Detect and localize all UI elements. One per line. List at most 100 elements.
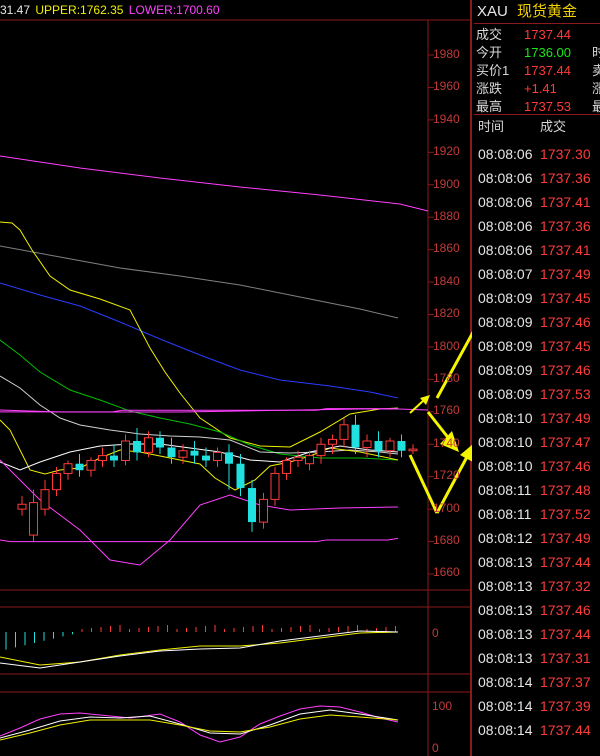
macd-dea-line xyxy=(0,631,399,666)
price-axis-label: 1980 xyxy=(433,47,460,61)
candle-body-up xyxy=(328,438,337,445)
bollinger-lower xyxy=(0,537,399,543)
candle-body-up xyxy=(98,455,107,461)
price-axis-label: 1760 xyxy=(433,403,460,418)
kdj-bottom-label: 0 xyxy=(432,741,439,755)
tick-price: 1737.32 xyxy=(540,578,591,594)
ma-line-white xyxy=(0,443,399,471)
price-axis-label: 1700 xyxy=(433,500,460,515)
candlestick-chart[interactable] xyxy=(0,0,472,756)
candle-body-up xyxy=(121,440,130,461)
quote-value: +1.41 xyxy=(524,81,557,96)
tick-row: 08:08:09 1737.45 xyxy=(474,334,600,358)
tick-row: 08:08:06 1737.30 xyxy=(474,142,600,166)
tick-price: 1737.46 xyxy=(540,362,591,378)
macd-indicator xyxy=(0,625,399,669)
tick-price: 1737.46 xyxy=(540,458,591,474)
tick-row: 08:08:14 1737.44 xyxy=(474,718,600,742)
candle-body-up xyxy=(362,440,372,448)
candle-body-up xyxy=(52,472,61,491)
tick-price: 1737.41 xyxy=(540,194,591,210)
quote-extra: 涨 xyxy=(592,81,600,96)
tick-header-price: 成交 xyxy=(540,119,567,134)
header-divider xyxy=(474,23,600,24)
tick-time: 08:08:14 xyxy=(478,674,533,690)
candle-body-up xyxy=(86,459,96,471)
candle-body-down xyxy=(156,437,164,448)
ma-line-blue xyxy=(0,282,399,399)
quote-row: 今开 1736.00 时 xyxy=(474,43,600,62)
candle-body-up xyxy=(259,498,268,523)
tick-row: 08:08:09 1737.46 xyxy=(474,358,600,382)
quote-value: 1737.44 xyxy=(524,27,571,42)
candle-body-down xyxy=(397,441,406,451)
tick-row: 08:08:10 1737.47 xyxy=(474,430,600,454)
quote-extra: 时 xyxy=(592,45,600,60)
tick-row: 08:08:12 1737.49 xyxy=(474,526,600,550)
tick-time: 08:08:06 xyxy=(478,242,533,258)
quote-row: 涨跌 +1.41 涨 xyxy=(474,79,600,98)
arrow-line-short xyxy=(409,399,425,414)
candle-body-down xyxy=(351,424,360,448)
price-axis-label: 1960 xyxy=(433,79,460,94)
quote-value: 1736.00 xyxy=(524,45,571,60)
symbol-header: XAU 现货黄金 xyxy=(474,0,600,24)
tick-row: 08:08:10 1737.46 xyxy=(474,454,600,478)
tick-price: 1737.39 xyxy=(540,698,591,714)
tick-price: 1737.52 xyxy=(540,506,591,522)
candle-body-up xyxy=(408,448,418,452)
price-axis-label: 1840 xyxy=(433,273,460,288)
candle-body-up xyxy=(17,503,27,510)
tick-time: 08:08:09 xyxy=(478,290,533,306)
candle-body-down xyxy=(190,450,199,456)
price-axis-label: 1660 xyxy=(433,565,460,580)
ma-line-pink xyxy=(0,155,429,212)
tick-time: 08:08:13 xyxy=(478,602,533,618)
candles xyxy=(17,415,418,542)
tick-list-header: 时间 成交 xyxy=(474,116,600,138)
candle-body-up xyxy=(385,440,395,452)
candle-body-down xyxy=(225,452,233,464)
tick-row: 08:08:09 1737.53 xyxy=(474,382,600,406)
price-axis-label: 1800 xyxy=(433,338,460,353)
price-axis-label: 1740 xyxy=(433,435,460,450)
tick-price: 1737.41 xyxy=(540,242,591,258)
candle-body-down xyxy=(75,463,84,471)
macd-zero-label: 0 xyxy=(432,626,439,640)
tick-price: 1737.49 xyxy=(540,410,591,426)
tick-time: 08:08:06 xyxy=(478,218,533,234)
candle-body-up xyxy=(213,451,222,461)
candle-body-up xyxy=(270,472,280,500)
tick-time: 08:08:11 xyxy=(478,506,532,522)
kdj-d-line xyxy=(0,714,399,741)
tick-price: 1737.53 xyxy=(540,386,591,402)
ma-line-gray xyxy=(0,245,399,319)
quote-row: 成交 1737.44 xyxy=(474,25,600,44)
quote-panel: XAU 现货黄金 成交 1737.44 今开 1736.00 时买价1 1737.44 卖涨… xyxy=(474,0,600,756)
tick-price: 1737.37 xyxy=(540,674,591,690)
chart-area[interactable]: 31.47 UPPER:1762.35 LOWER:1700.60 1980 19… xyxy=(0,0,472,756)
tick-time: 08:08:06 xyxy=(478,146,533,162)
upper-band-label: UPPER:1762.35 xyxy=(35,3,124,17)
ma-line-yellow xyxy=(0,221,399,448)
tick-row: 08:08:09 1737.46 xyxy=(474,310,600,334)
ma-line-green xyxy=(0,339,399,461)
tick-price: 1737.36 xyxy=(540,218,591,234)
moving-average-lines xyxy=(0,155,429,566)
tick-price: 1737.48 xyxy=(540,482,591,498)
tick-time: 08:08:10 xyxy=(478,434,533,450)
tick-price: 1737.49 xyxy=(540,266,591,282)
candle-body-up xyxy=(40,489,50,510)
lower-band-label: LOWER:1700.60 xyxy=(128,3,220,17)
quote-value: 1737.44 xyxy=(524,63,571,78)
tick-price: 1737.45 xyxy=(540,290,591,306)
tick-price: 1737.49 xyxy=(540,530,591,546)
quote-extra: 卖 xyxy=(592,63,600,78)
price-axis-label: 1880 xyxy=(433,209,460,223)
price-axis-label: 1860 xyxy=(433,241,460,256)
price-axis-label: 1940 xyxy=(433,111,460,126)
candle-body-down xyxy=(110,455,118,461)
tick-price: 1737.46 xyxy=(540,314,591,330)
candle-body-down xyxy=(374,441,383,451)
tick-time: 08:08:13 xyxy=(478,650,533,666)
